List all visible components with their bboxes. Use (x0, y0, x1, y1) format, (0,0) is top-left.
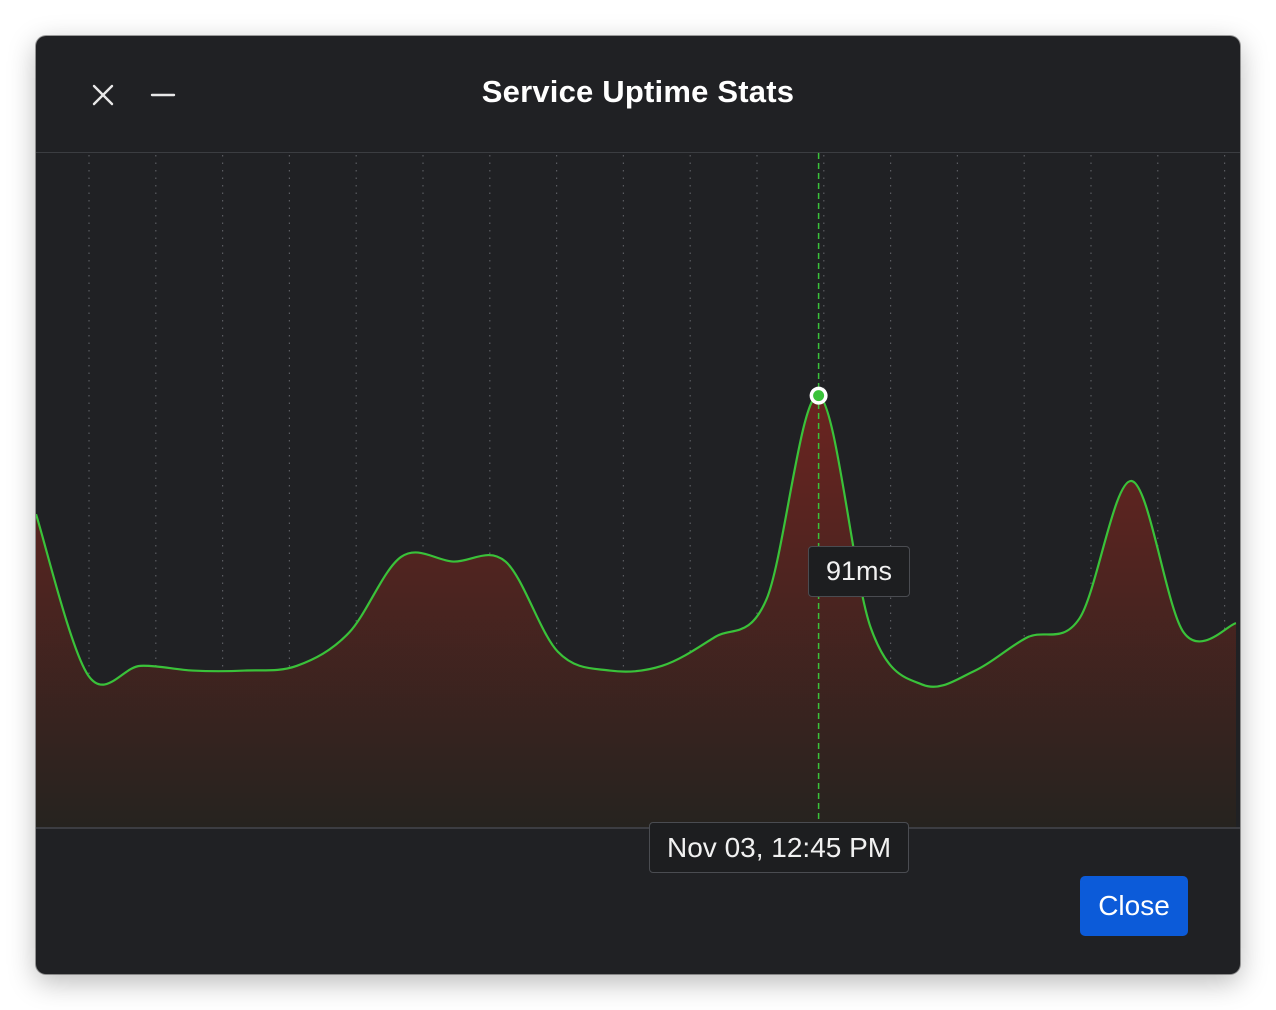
uptime-chart[interactable] (36, 153, 1240, 830)
title-bar: Service Uptime Stats (36, 36, 1240, 153)
value-tooltip: 91ms (808, 546, 911, 597)
uptime-stats-window: Service Uptime Stats 91ms Nov 03, 12:45 … (36, 36, 1240, 974)
chart-area-fill (36, 395, 1236, 827)
window-title: Service Uptime Stats (481, 74, 795, 109)
date-tooltip: Nov 03, 12:45 PM (649, 822, 910, 873)
close-button[interactable]: Close (1080, 876, 1188, 936)
highlight-point (813, 390, 825, 402)
uptime-chart-svg (36, 153, 1240, 829)
